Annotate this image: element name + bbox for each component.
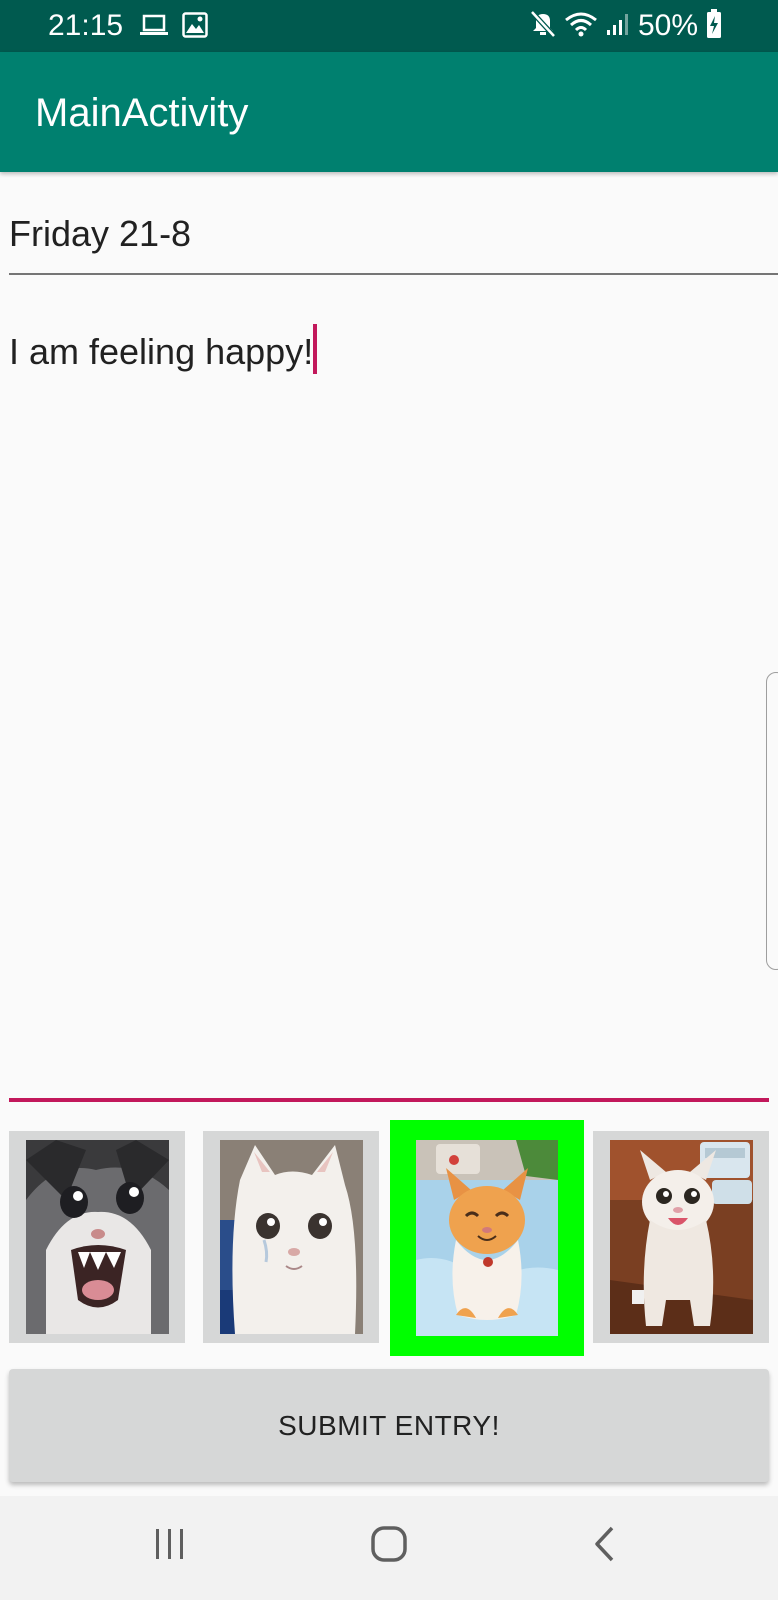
home-icon [369,1524,409,1569]
mood-option-sad-cat[interactable] [203,1131,379,1343]
happy-cat-image [416,1140,558,1336]
mute-icon [530,9,556,43]
app-bar: MainActivity [0,52,778,172]
navigation-bar [0,1496,778,1600]
status-left-icons [140,11,208,43]
back-icon [592,1525,618,1568]
status-time: 21:15 [48,9,124,42]
status-right-icons: 50% [530,8,722,44]
sad-cat-image [220,1140,363,1334]
laptop-icon [140,14,168,41]
text-cursor [313,324,318,374]
signal-icon [606,12,630,41]
battery-percentage: 50% [637,9,698,42]
date-field[interactable]: Friday 21-8 [9,205,778,275]
wifi-icon [564,11,598,42]
date-input-value[interactable]: Friday 21-8 [9,213,191,255]
excited-cat-image [610,1140,753,1334]
image-icon [182,11,208,43]
entry-text-field[interactable]: I am feeling happy! [9,310,769,1102]
entry-input-value[interactable]: I am feeling happy! [9,331,313,372]
recent-apps-button[interactable] [130,1516,210,1576]
recent-apps-icon [152,1527,188,1566]
status-bar: 21:15 50% [0,0,778,52]
entry-input-line[interactable]: I am feeling happy! [9,324,318,375]
edge-panel-handle[interactable] [766,672,778,970]
home-button[interactable] [349,1516,429,1576]
scared-cat-image [26,1140,169,1334]
battery-icon [706,8,722,44]
app-title: MainActivity [35,91,249,135]
mood-option-happy-cat[interactable] [390,1120,584,1356]
mood-option-excited-cat[interactable] [593,1131,769,1343]
mood-option-scared-cat[interactable] [9,1131,185,1343]
submit-entry-button[interactable]: SUBMIT ENTRY! [9,1369,769,1482]
back-button[interactable] [565,1516,645,1576]
